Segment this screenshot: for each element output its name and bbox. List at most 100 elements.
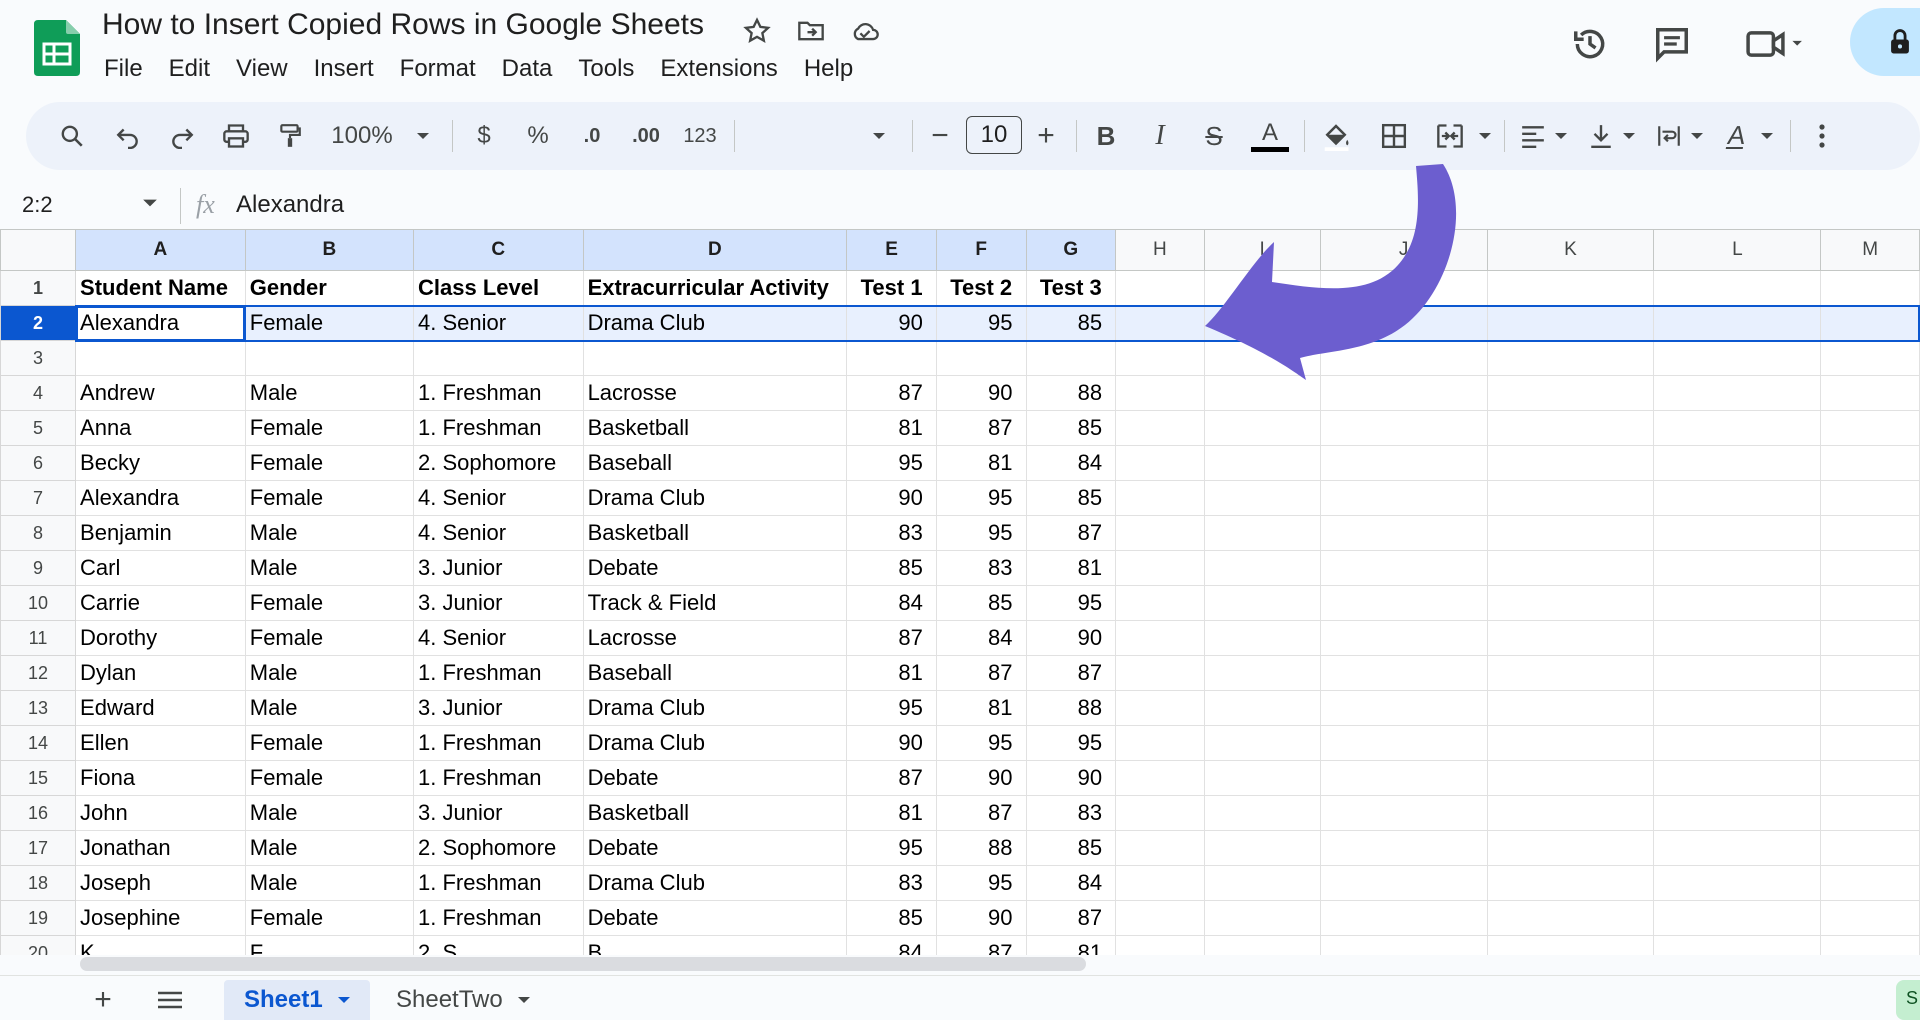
font-size-input[interactable]: 10 (966, 116, 1022, 154)
cell-c17[interactable]: 2. Sophomore (413, 830, 584, 866)
cell-g8[interactable]: 87 (1025, 515, 1117, 551)
menu-tools[interactable]: Tools (565, 52, 647, 86)
cell-g15[interactable]: 90 (1025, 760, 1117, 796)
cell-m20[interactable] (1820, 935, 1920, 955)
cell-l6[interactable] (1653, 445, 1822, 481)
cell-m18[interactable] (1820, 865, 1920, 901)
row-header[interactable]: 6 (0, 445, 77, 481)
text-rotation-dropdown-icon[interactable] (1754, 102, 1780, 170)
cell-h11[interactable] (1115, 620, 1205, 656)
row-header[interactable]: 15 (0, 760, 77, 796)
search-menus-icon[interactable] (54, 102, 90, 170)
add-sheet-button[interactable]: + (88, 980, 118, 1020)
cell-f11[interactable]: 84 (935, 620, 1027, 656)
cell-c20[interactable]: 2. S (413, 935, 584, 955)
cell-a2[interactable]: Alexandra (74, 304, 247, 342)
cell-a17[interactable]: Jonathan (75, 830, 246, 866)
row-header[interactable]: 12 (0, 655, 77, 691)
column-header-k[interactable]: K (1486, 229, 1655, 271)
cell-f18[interactable]: 95 (935, 865, 1027, 901)
cell-f17[interactable]: 88 (935, 830, 1027, 866)
cell-c14[interactable]: 1. Freshman (413, 725, 584, 761)
cell-l18[interactable] (1653, 865, 1822, 901)
sheet-tab-sheettwo[interactable]: SheetTwo (396, 980, 531, 1020)
menu-extensions[interactable]: Extensions (647, 52, 790, 86)
cell-a10[interactable]: Carrie (75, 585, 246, 621)
cell-e11[interactable]: 87 (846, 620, 937, 656)
row-header[interactable]: 20 (0, 935, 77, 955)
cell-b11[interactable]: Female (244, 620, 415, 656)
row-header[interactable]: 10 (0, 585, 77, 621)
row-header[interactable]: 9 (0, 550, 77, 586)
cell-e9[interactable]: 85 (846, 550, 937, 586)
cell-a3[interactable] (75, 340, 246, 376)
cell-k8[interactable] (1486, 515, 1655, 551)
zoom-dropdown-icon[interactable] (408, 102, 438, 170)
cell-b4[interactable]: Male (244, 375, 415, 411)
cell-i17[interactable] (1203, 830, 1321, 866)
cell-g18[interactable]: 84 (1025, 865, 1117, 901)
menu-insert[interactable]: Insert (301, 52, 387, 86)
cell-i12[interactable] (1203, 655, 1321, 691)
cell-k16[interactable] (1486, 795, 1655, 831)
share-button[interactable] (1850, 8, 1920, 76)
cell-k13[interactable] (1486, 690, 1655, 726)
cell-d9[interactable]: Debate (582, 550, 848, 586)
row-header[interactable]: 1 (0, 270, 77, 306)
cell-j11[interactable] (1319, 620, 1488, 656)
cell-d16[interactable]: Basketball (582, 795, 848, 831)
cell-i14[interactable] (1203, 725, 1321, 761)
cell-l2[interactable] (1653, 305, 1822, 341)
cell-d12[interactable]: Baseball (582, 655, 848, 691)
cell-l4[interactable] (1653, 375, 1822, 411)
cell-k15[interactable] (1486, 760, 1655, 796)
cell-b17[interactable]: Male (244, 830, 415, 866)
cell-b9[interactable]: Male (244, 550, 415, 586)
cell-m12[interactable] (1820, 655, 1920, 691)
star-icon[interactable] (740, 14, 774, 48)
cell-e3[interactable] (846, 340, 937, 376)
menu-format[interactable]: Format (387, 52, 489, 86)
cell-l8[interactable] (1653, 515, 1822, 551)
cell-d5[interactable]: Basketball (582, 410, 848, 446)
move-icon[interactable] (794, 14, 828, 48)
cell-m11[interactable] (1820, 620, 1920, 656)
cell-b10[interactable]: Female (244, 585, 415, 621)
document-title[interactable]: How to Insert Copied Rows in Google Shee… (102, 8, 704, 42)
cell-e16[interactable]: 81 (846, 795, 937, 831)
cell-b5[interactable]: Female (244, 410, 415, 446)
cell-j19[interactable] (1319, 900, 1488, 936)
cell-m13[interactable] (1820, 690, 1920, 726)
cell-i20[interactable] (1203, 935, 1321, 955)
cell-k14[interactable] (1486, 725, 1655, 761)
cell-l1[interactable] (1653, 270, 1822, 306)
cell-c12[interactable]: 1. Freshman (413, 655, 584, 691)
menu-data[interactable]: Data (489, 52, 566, 86)
column-header-g[interactable]: G (1025, 229, 1117, 271)
cell-j17[interactable] (1319, 830, 1488, 866)
cell-d20[interactable]: B (582, 935, 848, 955)
cell-k11[interactable] (1486, 620, 1655, 656)
cell-i9[interactable] (1203, 550, 1321, 586)
cell-j8[interactable] (1319, 515, 1488, 551)
horizontal-align-icon[interactable] (1516, 102, 1550, 170)
cell-e15[interactable]: 87 (846, 760, 937, 796)
text-wrapping-dropdown-icon[interactable] (1684, 102, 1710, 170)
cell-f12[interactable]: 87 (935, 655, 1027, 691)
cell-m8[interactable] (1820, 515, 1920, 551)
decrease-font-size-button[interactable]: − (922, 102, 958, 170)
cell-m4[interactable] (1820, 375, 1920, 411)
menu-file[interactable]: File (104, 52, 156, 86)
cell-g12[interactable]: 87 (1025, 655, 1117, 691)
cell-f8[interactable]: 95 (935, 515, 1027, 551)
cell-c9[interactable]: 3. Junior (413, 550, 584, 586)
cell-c18[interactable]: 1. Freshman (413, 865, 584, 901)
paint-format-icon[interactable] (272, 102, 308, 170)
cell-h16[interactable] (1115, 795, 1205, 831)
text-rotation-button[interactable]: A (1720, 102, 1754, 170)
cell-g17[interactable]: 85 (1025, 830, 1117, 866)
cell-d10[interactable]: Track & Field (582, 585, 848, 621)
italic-button[interactable]: I (1142, 102, 1178, 170)
cell-i10[interactable] (1203, 585, 1321, 621)
cell-g20[interactable]: 81 (1025, 935, 1117, 955)
